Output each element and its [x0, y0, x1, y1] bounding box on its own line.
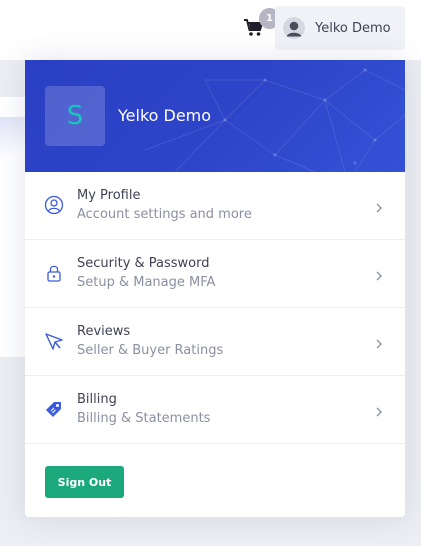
- lock-icon: [43, 262, 65, 284]
- menu-item-title: Security & Password: [77, 256, 210, 271]
- chevron-right-icon: [375, 199, 383, 213]
- price-tag-icon: [43, 398, 65, 420]
- menu-item-subtitle: Account settings and more: [77, 207, 252, 222]
- profile-avatar: S: [45, 86, 105, 146]
- menu-item-title: Billing: [77, 392, 117, 407]
- menu-item-reviews[interactable]: Reviews Seller & Buyer Ratings: [25, 308, 405, 376]
- menu-item-subtitle: Billing & Statements: [77, 411, 211, 426]
- menu-item-my-profile[interactable]: My Profile Account settings and more: [25, 172, 405, 240]
- menu-item-billing[interactable]: Billing Billing & Statements: [25, 376, 405, 444]
- chevron-right-icon: [375, 335, 383, 349]
- user-avatar-icon: [283, 17, 305, 39]
- menu-item-security[interactable]: Security & Password Setup & Manage MFA: [25, 240, 405, 308]
- dropdown-footer: Sign Out: [25, 444, 405, 517]
- user-menu-toggle[interactable]: Yelko Demo: [275, 6, 405, 50]
- user-circle-icon: [43, 194, 65, 216]
- sign-out-button[interactable]: Sign Out: [45, 466, 124, 498]
- dropdown-header: S Yelko Demo: [25, 60, 405, 172]
- paper-plane-icon: [43, 330, 65, 352]
- user-name: Yelko Demo: [315, 20, 391, 36]
- chevron-right-icon: [375, 403, 383, 417]
- menu-item-title: Reviews: [77, 324, 131, 339]
- chevron-right-icon: [375, 267, 383, 281]
- user-dropdown-menu: S Yelko Demo My Profile Account settings…: [25, 60, 405, 517]
- menu-item-title: My Profile: [77, 188, 141, 203]
- profile-name: Yelko Demo: [118, 106, 212, 125]
- menu-item-subtitle: Seller & Buyer Ratings: [77, 343, 224, 358]
- menu-item-subtitle: Setup & Manage MFA: [77, 275, 216, 290]
